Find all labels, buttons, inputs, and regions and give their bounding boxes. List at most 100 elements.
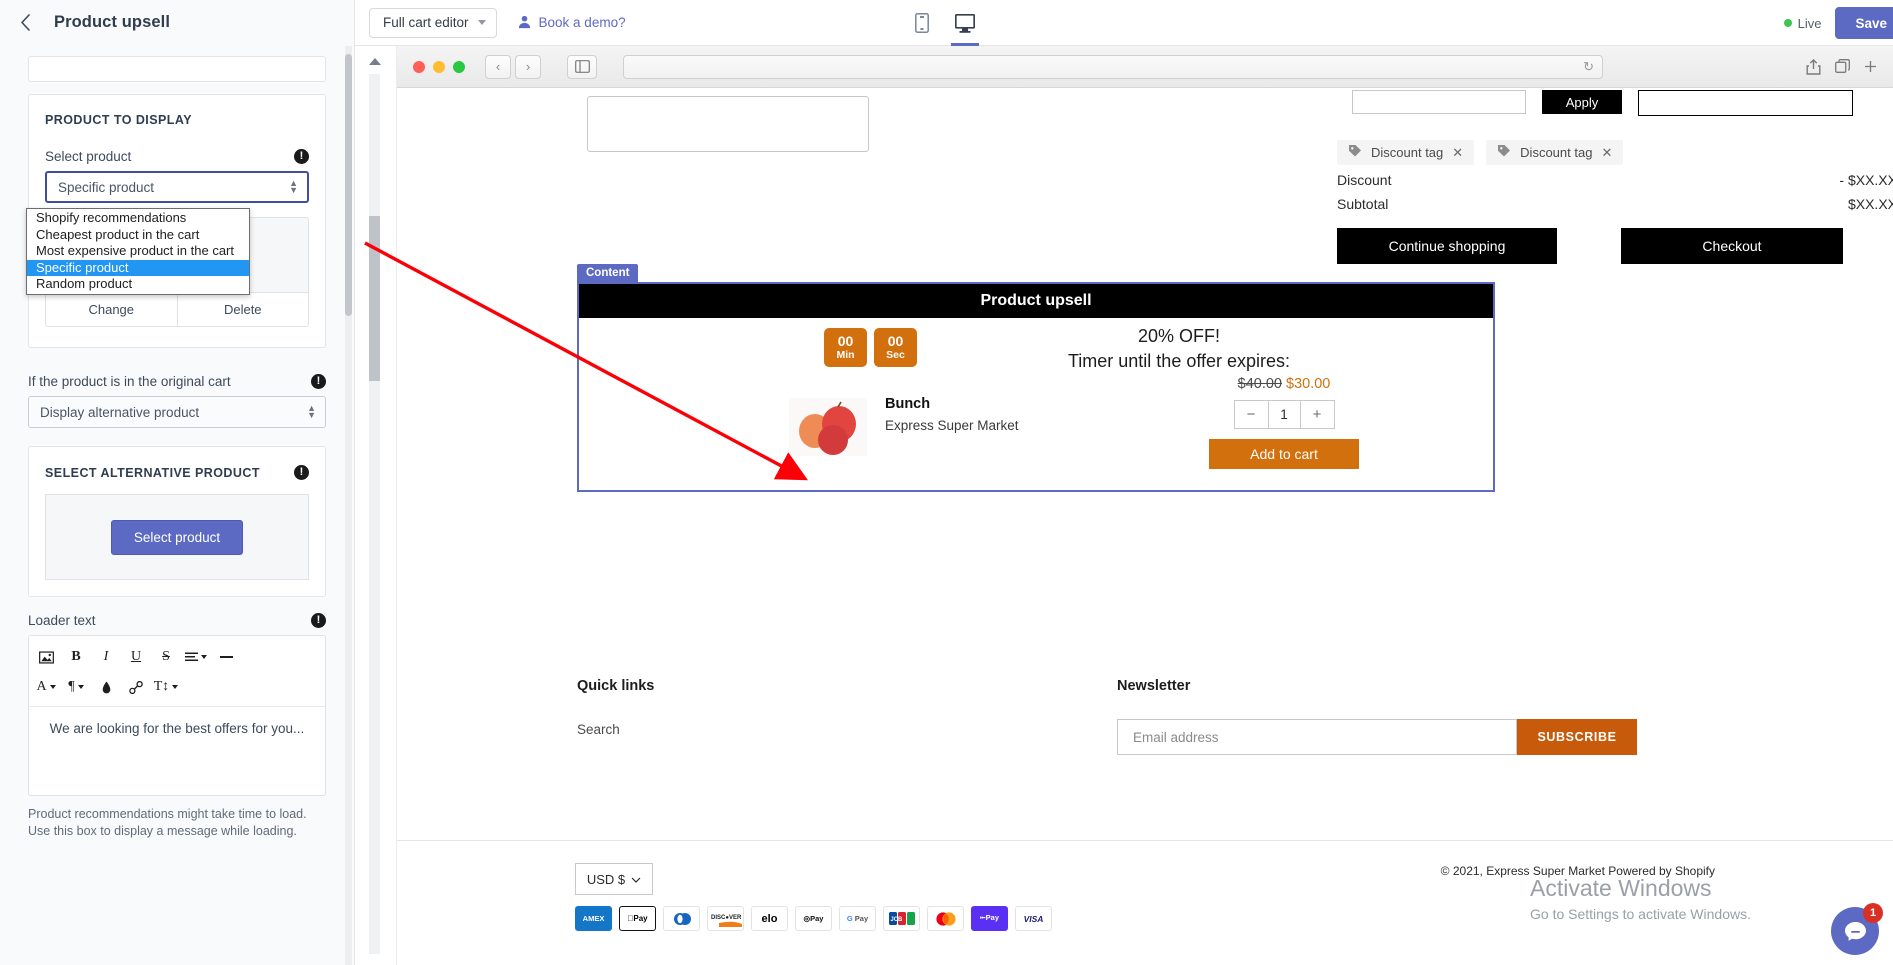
- select-product-value: Specific product: [58, 179, 155, 195]
- font-size-icon[interactable]: T↕: [153, 674, 179, 700]
- cart-cta-row: Continue shopping Checkout: [1337, 228, 1843, 264]
- original-cart-value: Display alternative product: [40, 404, 200, 420]
- preview-scroll-track[interactable]: [369, 74, 380, 954]
- dropdown-option-1[interactable]: Cheapest product in the cart: [27, 227, 249, 244]
- select-product-dropdown[interactable]: Specific product ▲ ▼: [45, 171, 309, 203]
- product-to-display-heading: PRODUCT TO DISPLAY: [45, 113, 193, 127]
- chevron-left-icon[interactable]: [14, 12, 36, 34]
- back-icon[interactable]: ‹: [485, 54, 511, 79]
- italic-icon[interactable]: I: [93, 644, 119, 670]
- apply-discount-button[interactable]: Apply: [1542, 90, 1622, 114]
- discount-tag[interactable]: Discount tag ✕: [1486, 140, 1624, 165]
- close-icon[interactable]: ✕: [1452, 145, 1463, 161]
- tag-icon: [1497, 144, 1511, 161]
- subscribe-button[interactable]: SUBSCRIBE: [1517, 719, 1637, 755]
- cart-note-textarea[interactable]: [587, 96, 869, 152]
- stepper-arrows-icon: ▲ ▼: [289, 178, 298, 195]
- quantity-increase-button[interactable]: +: [1301, 401, 1334, 428]
- select-alternative-product-button[interactable]: Select product: [110, 519, 244, 555]
- loader-text-input[interactable]: We are looking for the best offers for y…: [29, 707, 325, 795]
- quantity-decrease-button[interactable]: −: [1235, 401, 1268, 428]
- editor-mode-select[interactable]: Full cart editor: [369, 7, 497, 38]
- underline-icon[interactable]: U: [123, 644, 149, 670]
- sidebar-toggle-icon[interactable]: [567, 54, 597, 79]
- share-icon[interactable]: [1806, 58, 1821, 75]
- delete-product-button[interactable]: Delete: [177, 293, 308, 326]
- visa-icon: VISA: [1015, 906, 1052, 931]
- maximize-window-icon[interactable]: [453, 60, 465, 73]
- expand-icon[interactable]: [1864, 60, 1877, 73]
- newsletter-title: Newsletter: [1117, 678, 1191, 694]
- book-demo-link[interactable]: Book a demo?: [517, 14, 626, 32]
- close-window-icon[interactable]: [413, 60, 425, 73]
- help-icon[interactable]: !: [294, 465, 309, 480]
- upsell-product-info: Bunch Express Super Market: [885, 396, 1019, 458]
- book-demo-label: Book a demo?: [538, 15, 626, 30]
- dropdown-option-4[interactable]: Random product: [27, 276, 249, 293]
- chat-unread-badge: 1: [1863, 903, 1883, 923]
- scroll-up-arrow-icon[interactable]: [369, 58, 381, 65]
- dropdown-option-3[interactable]: Specific product: [27, 259, 249, 276]
- chevron-down-icon: [49, 685, 56, 689]
- quick-link-search[interactable]: Search: [577, 722, 1117, 737]
- original-cart-dropdown[interactable]: Display alternative product ▲ ▼: [28, 396, 326, 428]
- help-icon[interactable]: !: [311, 613, 326, 628]
- align-icon[interactable]: [183, 644, 209, 670]
- paragraph-icon[interactable]: ¶: [63, 674, 89, 700]
- close-icon[interactable]: ✕: [1601, 145, 1612, 161]
- upsell-header-title: Product upsell: [579, 284, 1493, 318]
- quantity-stepper: − 1 +: [1233, 400, 1335, 429]
- preview-pane: ‹ › ↻ Apply Discount tag ✕ Discount tag …: [356, 46, 1893, 965]
- dropdown-option-2[interactable]: Most expensive product in the cart: [27, 243, 249, 260]
- text-color-icon[interactable]: A: [33, 674, 59, 700]
- content-section-badge[interactable]: Content: [577, 264, 639, 282]
- horizontal-rule-icon[interactable]: [213, 644, 239, 670]
- offer-subline: Timer until the offer expires:: [1067, 351, 1291, 371]
- chevron-down-icon: [201, 655, 207, 659]
- preview-scroll-thumb[interactable]: [369, 216, 380, 381]
- loader-text-label: Loader text: [28, 613, 96, 628]
- dropdown-option-0[interactable]: Shopify recommendations: [27, 210, 249, 227]
- upsell-product-row: Bunch Express Super Market: [789, 396, 1019, 458]
- powered-by-link[interactable]: Powered by Shopify: [1608, 864, 1715, 878]
- quick-links-column: Quick links Search: [577, 678, 1117, 755]
- bold-icon[interactable]: B: [63, 644, 89, 670]
- quantity-value[interactable]: 1: [1267, 401, 1301, 428]
- forward-icon[interactable]: ›: [515, 54, 541, 79]
- highlight-icon[interactable]: [93, 674, 119, 700]
- currency-selector[interactable]: USD $: [575, 863, 653, 895]
- secondary-discount-input[interactable]: [1638, 90, 1853, 116]
- timer-minutes: 00 Min: [824, 328, 867, 367]
- mobile-preview-button[interactable]: [905, 0, 939, 46]
- reload-icon[interactable]: ↻: [1583, 59, 1594, 75]
- save-button[interactable]: Save: [1835, 7, 1893, 39]
- price-discounted: $30.00: [1286, 376, 1331, 392]
- help-icon[interactable]: !: [311, 374, 326, 389]
- alt-product-dropzone: Select product: [45, 494, 309, 580]
- discount-tag[interactable]: Discount tag ✕: [1337, 140, 1475, 165]
- desktop-preview-button[interactable]: [948, 0, 982, 46]
- help-icon[interactable]: !: [294, 149, 309, 164]
- link-icon[interactable]: [123, 674, 149, 700]
- select-product-dropdown-list[interactable]: Shopify recommendations Cheapest product…: [26, 208, 250, 295]
- browser-frame: ‹ › ↻ Apply Discount tag ✕ Discount tag …: [396, 46, 1893, 965]
- change-product-button[interactable]: Change: [46, 293, 178, 326]
- timer-minutes-unit: Min: [836, 348, 855, 361]
- browser-nav-buttons: ‹ ›: [485, 54, 541, 79]
- upsell-product-vendor: Express Super Market: [885, 418, 1019, 433]
- minimize-window-icon[interactable]: [433, 60, 445, 73]
- new-tab-icon[interactable]: [1835, 59, 1850, 74]
- loader-text-label-row: Loader text !: [28, 613, 326, 628]
- person-icon: [517, 14, 532, 32]
- strikethrough-icon[interactable]: S: [153, 644, 179, 670]
- upsell-price-line: $40.00 $30.00: [1134, 376, 1434, 392]
- payment-method-icons: AMEX Pay DISC●VER elo ◎Pay G Pay JCB ⭰P…: [575, 906, 1052, 931]
- image-icon[interactable]: [33, 644, 59, 670]
- add-to-cart-button[interactable]: Add to cart: [1209, 439, 1359, 469]
- discount-code-input[interactable]: [1352, 90, 1526, 114]
- email-field[interactable]: Email address: [1117, 719, 1517, 755]
- url-bar[interactable]: ↻: [623, 54, 1603, 79]
- continue-shopping-button[interactable]: Continue shopping: [1337, 228, 1557, 264]
- checkout-button[interactable]: Checkout: [1621, 228, 1843, 264]
- top-bar-right: Live Save: [1783, 0, 1893, 46]
